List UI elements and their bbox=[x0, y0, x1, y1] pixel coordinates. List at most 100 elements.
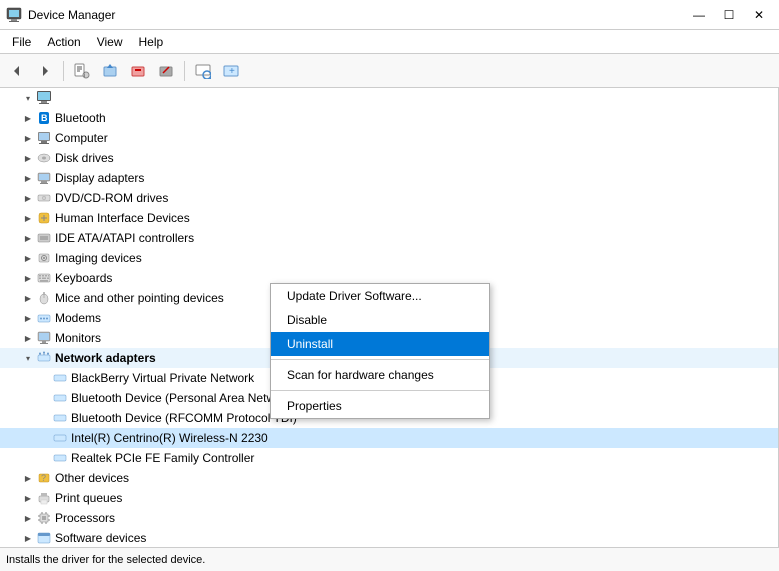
ctx-uninstall[interactable]: Uninstall bbox=[271, 332, 489, 356]
tree-item-software[interactable]: ▶ Software devices bbox=[0, 528, 778, 547]
tree-label-network: Network adapters bbox=[55, 351, 156, 365]
tree-label-print: Print queues bbox=[55, 491, 122, 505]
tree-label-intel-wireless: Intel(R) Centrino(R) Wireless-N 2230 bbox=[71, 431, 268, 445]
uninstall-button[interactable] bbox=[125, 58, 151, 84]
tree-item-disk[interactable]: ▶ Disk drives bbox=[0, 148, 778, 168]
processor-icon bbox=[36, 510, 52, 526]
tree-item-display[interactable]: ▶ Display adapters bbox=[0, 168, 778, 188]
disable-button[interactable] bbox=[153, 58, 179, 84]
add-hardware-button[interactable]: + bbox=[218, 58, 244, 84]
ide-icon bbox=[36, 230, 52, 246]
keyboard-icon bbox=[36, 270, 52, 286]
tree-item-computer[interactable]: ▶ Computer bbox=[0, 128, 778, 148]
print-icon bbox=[36, 490, 52, 506]
expand-root[interactable]: ▾ bbox=[20, 90, 36, 106]
expand-monitors[interactable]: ▶ bbox=[20, 330, 36, 346]
software-icon bbox=[36, 530, 52, 546]
modem-icon bbox=[36, 310, 52, 326]
tree-item-hid[interactable]: ▶ Human Interface Devices bbox=[0, 208, 778, 228]
expand-ide[interactable]: ▶ bbox=[20, 230, 36, 246]
display-icon bbox=[36, 170, 52, 186]
tree-item-processors[interactable]: ▶ Processors bbox=[0, 508, 778, 528]
expand-imaging[interactable]: ▶ bbox=[20, 250, 36, 266]
maximize-button[interactable]: ☐ bbox=[715, 5, 743, 25]
tree-label-blackberry: BlackBerry Virtual Private Network bbox=[71, 371, 254, 385]
ctx-properties[interactable]: Properties bbox=[271, 394, 489, 418]
expand-keyboards[interactable]: ▶ bbox=[20, 270, 36, 286]
expand-other[interactable]: ▶ bbox=[20, 470, 36, 486]
ctx-update-driver[interactable]: Update Driver Software... bbox=[271, 284, 489, 308]
expand-display[interactable]: ▶ bbox=[20, 170, 36, 186]
toolbar: i + bbox=[0, 54, 779, 88]
minimize-button[interactable]: — bbox=[685, 5, 713, 25]
svg-text:B: B bbox=[41, 113, 48, 123]
bluetooth-icon: B bbox=[36, 110, 52, 126]
update-driver-button[interactable] bbox=[97, 58, 123, 84]
tree-label-software: Software devices bbox=[55, 531, 146, 545]
nic-icon-2 bbox=[52, 390, 68, 406]
tree-item-imaging[interactable]: ▶ Imaging devices bbox=[0, 248, 778, 268]
title-bar-controls: — ☐ ✕ bbox=[685, 5, 773, 25]
tree-label-modems: Modems bbox=[55, 311, 101, 325]
expand-computer[interactable]: ▶ bbox=[20, 130, 36, 146]
other-icon: ? bbox=[36, 470, 52, 486]
close-button[interactable]: ✕ bbox=[745, 5, 773, 25]
toolbar-separator-1 bbox=[63, 61, 64, 81]
network-icon bbox=[36, 350, 52, 366]
tree-item-ide[interactable]: ▶ IDE ATA/ATAPI controllers bbox=[0, 228, 778, 248]
menu-view[interactable]: View bbox=[89, 33, 131, 51]
nic-icon-5 bbox=[52, 450, 68, 466]
tree-label-processors: Processors bbox=[55, 511, 115, 525]
ctx-scan[interactable]: Scan for hardware changes bbox=[271, 363, 489, 387]
tree-label-disk: Disk drives bbox=[55, 151, 114, 165]
tree-item-other[interactable]: ▶ ? Other devices bbox=[0, 468, 778, 488]
expand-processors[interactable]: ▶ bbox=[20, 510, 36, 526]
tree-item-intel-wireless[interactable]: ▶ Intel(R) Centrino(R) Wireless-N 2230 bbox=[0, 428, 778, 448]
svg-text:?: ? bbox=[41, 473, 46, 483]
expand-disk[interactable]: ▶ bbox=[20, 150, 36, 166]
mouse-icon bbox=[36, 290, 52, 306]
svg-text:+: + bbox=[229, 66, 235, 77]
menu-file[interactable]: File bbox=[4, 33, 39, 51]
expand-bluetooth[interactable]: ▶ bbox=[20, 110, 36, 126]
scan-button[interactable] bbox=[190, 58, 216, 84]
back-button[interactable] bbox=[4, 58, 30, 84]
menu-action[interactable]: Action bbox=[39, 33, 88, 51]
expand-print[interactable]: ▶ bbox=[20, 490, 36, 506]
status-bar: Installs the driver for the selected dev… bbox=[0, 547, 779, 571]
expand-dvd[interactable]: ▶ bbox=[20, 190, 36, 206]
forward-button[interactable] bbox=[32, 58, 58, 84]
tree-item-print[interactable]: ▶ Print queues bbox=[0, 488, 778, 508]
menu-help[interactable]: Help bbox=[131, 33, 172, 51]
menu-bar: File Action View Help bbox=[0, 30, 779, 54]
expand-mice[interactable]: ▶ bbox=[20, 290, 36, 306]
tree-label-hid: Human Interface Devices bbox=[55, 211, 190, 225]
nic-icon-3 bbox=[52, 410, 68, 426]
window-title: Device Manager bbox=[28, 8, 115, 22]
status-text: Installs the driver for the selected dev… bbox=[6, 554, 205, 566]
tree-label-realtek: Realtek PCIe FE Family Controller bbox=[71, 451, 254, 465]
expand-modems[interactable]: ▶ bbox=[20, 310, 36, 326]
properties-button[interactable]: i bbox=[69, 58, 95, 84]
expand-network[interactable]: ▾ bbox=[20, 350, 36, 366]
dvd-icon bbox=[36, 190, 52, 206]
context-menu: Update Driver Software... Disable Uninst… bbox=[270, 283, 490, 419]
expand-hid[interactable]: ▶ bbox=[20, 210, 36, 226]
tree-label-imaging: Imaging devices bbox=[55, 251, 142, 265]
toolbar-separator-2 bbox=[184, 61, 185, 81]
tree-label-mice: Mice and other pointing devices bbox=[55, 291, 224, 305]
tree-label-computer: Computer bbox=[55, 131, 108, 145]
tree-label-bt-pan: Bluetooth Device (Personal Area Network) bbox=[71, 391, 296, 405]
disk-icon bbox=[36, 150, 52, 166]
expand-software[interactable]: ▶ bbox=[20, 530, 36, 546]
tree-item-bluetooth[interactable]: ▶ B Bluetooth bbox=[0, 108, 778, 128]
tree-root[interactable]: ▾ bbox=[0, 88, 778, 108]
svg-text:i: i bbox=[84, 73, 85, 79]
ctx-disable[interactable]: Disable bbox=[271, 308, 489, 332]
device-tree[interactable]: ▾ ▶ B Bluetooth ▶ bbox=[0, 88, 779, 547]
tree-label-dvd: DVD/CD-ROM drives bbox=[55, 191, 168, 205]
tree-item-realtek[interactable]: ▶ Realtek PCIe FE Family Controller bbox=[0, 448, 778, 468]
hid-icon bbox=[36, 210, 52, 226]
tree-item-dvd[interactable]: ▶ DVD/CD-ROM drives bbox=[0, 188, 778, 208]
monitor-icon bbox=[36, 330, 52, 346]
